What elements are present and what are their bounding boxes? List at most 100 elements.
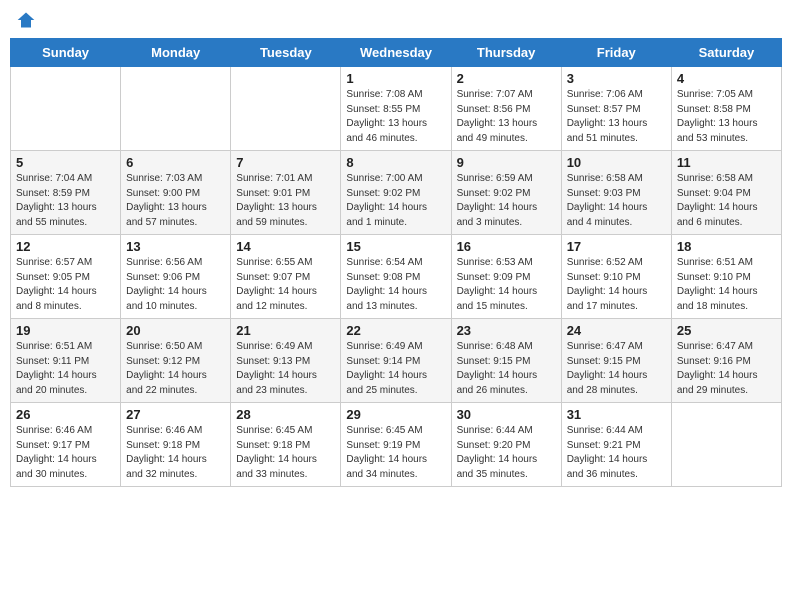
day-number: 21 xyxy=(236,323,335,338)
day-number: 23 xyxy=(457,323,556,338)
day-number: 16 xyxy=(457,239,556,254)
day-info: Sunrise: 6:49 AM Sunset: 9:14 PM Dayligh… xyxy=(346,340,445,398)
day-number: 24 xyxy=(567,323,666,338)
day-info: Sunrise: 6:45 AM Sunset: 9:19 PM Dayligh… xyxy=(346,424,445,482)
day-number: 10 xyxy=(567,155,666,170)
calendar-cell: 30Sunrise: 6:44 AM Sunset: 9:20 PM Dayli… xyxy=(451,403,561,487)
calendar-cell: 12 Sunrise: 6:57 AM Sunset: 9:05 PM Dayli… xyxy=(11,235,121,319)
day-info: Sunrise: 7:03 AM Sunset: 9:00 PM Dayligh… xyxy=(126,172,225,230)
calendar-header-row: SundayMondayTuesdayWednesdayThursdayFrid… xyxy=(11,39,782,67)
day-info: Sunrise: 6:55 AM Sunset: 9:07 PM Dayligh… xyxy=(236,256,335,314)
day-info: Sunrise: 7:04 AM Sunset: 8:59 PM Dayligh… xyxy=(16,172,115,230)
calendar-cell: 15Sunrise: 6:54 AM Sunset: 9:08 PM Dayli… xyxy=(341,235,451,319)
day-number: 6 xyxy=(126,155,225,170)
day-number: 5 xyxy=(16,155,115,170)
calendar-cell: 22 Sunrise: 6:49 AM Sunset: 9:14 PM Dayli… xyxy=(341,319,451,403)
calendar-cell: 10 Sunrise: 6:58 AM Sunset: 9:03 PM Dayli… xyxy=(561,151,671,235)
day-info: Sunrise: 6:56 AM Sunset: 9:06 PM Dayligh… xyxy=(126,256,225,314)
calendar-week-row: 26 Sunrise: 6:46 AM Sunset: 9:17 PM Dayli… xyxy=(11,403,782,487)
day-info: Sunrise: 6:46 AM Sunset: 9:18 PM Dayligh… xyxy=(126,424,225,482)
calendar-cell: 21 Sunrise: 6:49 AM Sunset: 9:13 PM Dayli… xyxy=(231,319,341,403)
calendar-week-row: 5 Sunrise: 7:04 AM Sunset: 8:59 PM Daylig… xyxy=(11,151,782,235)
day-info: Sunrise: 6:51 AM Sunset: 9:10 PM Dayligh… xyxy=(677,256,776,314)
calendar-cell xyxy=(121,67,231,151)
day-info: Sunrise: 6:51 AM Sunset: 9:11 PM Dayligh… xyxy=(16,340,115,398)
day-header-tuesday: Tuesday xyxy=(231,39,341,67)
day-info: Sunrise: 6:57 AM Sunset: 9:05 PM Dayligh… xyxy=(16,256,115,314)
calendar-cell: 23Sunrise: 6:48 AM Sunset: 9:15 PM Dayli… xyxy=(451,319,561,403)
day-number: 20 xyxy=(126,323,225,338)
day-info: Sunrise: 6:44 AM Sunset: 9:21 PM Dayligh… xyxy=(567,424,666,482)
calendar-cell: 24 Sunrise: 6:47 AM Sunset: 9:15 PM Dayli… xyxy=(561,319,671,403)
day-info: Sunrise: 6:58 AM Sunset: 9:03 PM Dayligh… xyxy=(567,172,666,230)
day-number: 29 xyxy=(346,407,445,422)
page-header xyxy=(10,10,782,30)
logo xyxy=(14,10,36,30)
day-number: 18 xyxy=(677,239,776,254)
calendar-cell: 27 Sunrise: 6:46 AM Sunset: 9:18 PM Dayli… xyxy=(121,403,231,487)
day-number: 31 xyxy=(567,407,666,422)
day-info: Sunrise: 6:59 AM Sunset: 9:02 PM Dayligh… xyxy=(457,172,556,230)
calendar-cell: 16 Sunrise: 6:53 AM Sunset: 9:09 PM Dayli… xyxy=(451,235,561,319)
calendar-cell: 20 Sunrise: 6:50 AM Sunset: 9:12 PM Dayli… xyxy=(121,319,231,403)
day-info: Sunrise: 6:45 AM Sunset: 9:18 PM Dayligh… xyxy=(236,424,335,482)
calendar-cell: 19 Sunrise: 6:51 AM Sunset: 9:11 PM Dayli… xyxy=(11,319,121,403)
day-number: 15 xyxy=(346,239,445,254)
day-number: 14 xyxy=(236,239,335,254)
day-info: Sunrise: 6:53 AM Sunset: 9:09 PM Dayligh… xyxy=(457,256,556,314)
calendar-cell: 2 Sunrise: 7:07 AM Sunset: 8:56 PM Daylig… xyxy=(451,67,561,151)
day-info: Sunrise: 7:05 AM Sunset: 8:58 PM Dayligh… xyxy=(677,88,776,146)
day-number: 19 xyxy=(16,323,115,338)
day-header-wednesday: Wednesday xyxy=(341,39,451,67)
calendar-cell: 25 Sunrise: 6:47 AM Sunset: 9:16 PM Dayli… xyxy=(671,319,781,403)
calendar-cell: 13 Sunrise: 6:56 AM Sunset: 9:06 PM Dayli… xyxy=(121,235,231,319)
calendar-cell: 28 Sunrise: 6:45 AM Sunset: 9:18 PM Dayli… xyxy=(231,403,341,487)
calendar-week-row: 12 Sunrise: 6:57 AM Sunset: 9:05 PM Dayli… xyxy=(11,235,782,319)
day-number: 9 xyxy=(457,155,556,170)
calendar-cell: 26 Sunrise: 6:46 AM Sunset: 9:17 PM Dayli… xyxy=(11,403,121,487)
day-number: 13 xyxy=(126,239,225,254)
day-info: Sunrise: 7:08 AM Sunset: 8:55 PM Dayligh… xyxy=(346,88,445,146)
day-number: 28 xyxy=(236,407,335,422)
day-number: 4 xyxy=(677,71,776,86)
day-header-friday: Friday xyxy=(561,39,671,67)
day-number: 27 xyxy=(126,407,225,422)
calendar-cell: 7 Sunrise: 7:01 AM Sunset: 9:01 PM Daylig… xyxy=(231,151,341,235)
calendar-cell: 6 Sunrise: 7:03 AM Sunset: 9:00 PM Daylig… xyxy=(121,151,231,235)
day-number: 8 xyxy=(346,155,445,170)
calendar-cell xyxy=(231,67,341,151)
day-header-saturday: Saturday xyxy=(671,39,781,67)
calendar-cell: 29 Sunrise: 6:45 AM Sunset: 9:19 PM Dayli… xyxy=(341,403,451,487)
day-info: Sunrise: 6:47 AM Sunset: 9:15 PM Dayligh… xyxy=(567,340,666,398)
calendar-week-row: 19 Sunrise: 6:51 AM Sunset: 9:11 PM Dayli… xyxy=(11,319,782,403)
calendar-cell: 11 Sunrise: 6:58 AM Sunset: 9:04 PM Dayli… xyxy=(671,151,781,235)
calendar-cell: 3Sunrise: 7:06 AM Sunset: 8:57 PM Daylig… xyxy=(561,67,671,151)
day-info: Sunrise: 7:00 AM Sunset: 9:02 PM Dayligh… xyxy=(346,172,445,230)
day-number: 25 xyxy=(677,323,776,338)
day-info: Sunrise: 6:49 AM Sunset: 9:13 PM Dayligh… xyxy=(236,340,335,398)
day-number: 17 xyxy=(567,239,666,254)
day-number: 7 xyxy=(236,155,335,170)
day-info: Sunrise: 7:07 AM Sunset: 8:56 PM Dayligh… xyxy=(457,88,556,146)
day-number: 22 xyxy=(346,323,445,338)
day-info: Sunrise: 7:06 AM Sunset: 8:57 PM Dayligh… xyxy=(567,88,666,146)
calendar-cell: 4 Sunrise: 7:05 AM Sunset: 8:58 PM Daylig… xyxy=(671,67,781,151)
day-number: 11 xyxy=(677,155,776,170)
calendar-cell xyxy=(11,67,121,151)
day-info: Sunrise: 6:46 AM Sunset: 9:17 PM Dayligh… xyxy=(16,424,115,482)
day-info: Sunrise: 6:50 AM Sunset: 9:12 PM Dayligh… xyxy=(126,340,225,398)
day-info: Sunrise: 6:47 AM Sunset: 9:16 PM Dayligh… xyxy=(677,340,776,398)
day-number: 12 xyxy=(16,239,115,254)
day-number: 26 xyxy=(16,407,115,422)
day-info: Sunrise: 6:58 AM Sunset: 9:04 PM Dayligh… xyxy=(677,172,776,230)
day-number: 1 xyxy=(346,71,445,86)
day-header-monday: Monday xyxy=(121,39,231,67)
calendar-cell: 9 Sunrise: 6:59 AM Sunset: 9:02 PM Daylig… xyxy=(451,151,561,235)
calendar-cell: 31 Sunrise: 6:44 AM Sunset: 9:21 PM Dayli… xyxy=(561,403,671,487)
calendar-cell: 17Sunrise: 6:52 AM Sunset: 9:10 PM Dayli… xyxy=(561,235,671,319)
day-info: Sunrise: 7:01 AM Sunset: 9:01 PM Dayligh… xyxy=(236,172,335,230)
calendar-cell: 14 Sunrise: 6:55 AM Sunset: 9:07 PM Dayli… xyxy=(231,235,341,319)
day-number: 2 xyxy=(457,71,556,86)
calendar-cell: 18 Sunrise: 6:51 AM Sunset: 9:10 PM Dayli… xyxy=(671,235,781,319)
calendar-cell xyxy=(671,403,781,487)
